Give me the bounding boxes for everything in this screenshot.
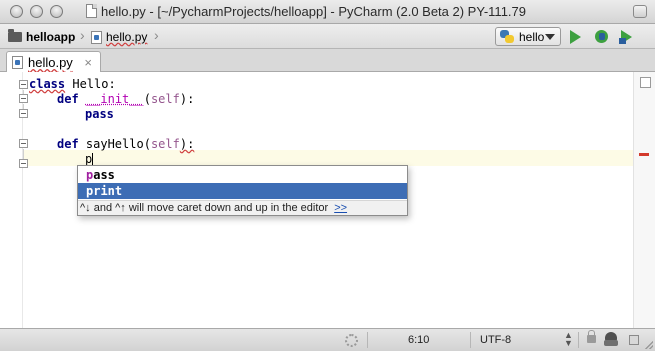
fold-marker-icon[interactable]	[19, 139, 28, 148]
status-divider	[578, 332, 579, 348]
status-bar: 6:10 UTF-8 ▲ ▼	[0, 328, 655, 351]
minimize-window-button[interactable]	[30, 5, 43, 18]
run-with-coverage-icon[interactable]	[619, 29, 635, 45]
code-text: ):	[179, 92, 195, 106]
fold-marker-icon[interactable]	[19, 94, 28, 103]
status-divider	[367, 332, 368, 348]
python-file-icon	[91, 30, 102, 44]
self-param: self	[150, 137, 180, 151]
completion-popup: pass print ^↓ and ^↑ will move caret dow…	[77, 165, 408, 216]
keyword: pass	[85, 107, 114, 121]
window-title: hello.py - [~/PycharmProjects/helloapp] …	[101, 4, 526, 19]
breadcrumb-file[interactable]: hello.py	[91, 29, 147, 45]
resize-grip-icon[interactable]	[645, 341, 653, 349]
status-divider	[470, 332, 471, 348]
inspection-status-icon[interactable]	[640, 77, 651, 88]
lock-icon[interactable]	[587, 330, 596, 343]
code-line-3: pass	[85, 106, 114, 122]
code-line-2: def __init__(self):	[57, 91, 194, 107]
code-text: ):	[179, 137, 195, 151]
fold-guide	[23, 149, 24, 159]
keyword: def	[57, 92, 79, 106]
keyword: def	[57, 137, 79, 151]
fold-end-marker-icon[interactable]	[19, 159, 28, 168]
folder-icon	[8, 29, 22, 42]
python-logo-icon	[500, 30, 514, 43]
self-param: self	[150, 92, 180, 106]
error-stripe[interactable]	[634, 72, 655, 328]
chevron-down-icon	[545, 34, 555, 40]
tab-hello-py[interactable]: hello.py ×	[6, 51, 101, 73]
navigation-bar: helloapp › hello.py › hello	[0, 24, 655, 49]
title-bar: hello.py - [~/PycharmProjects/helloapp] …	[0, 0, 655, 24]
run-configuration-select[interactable]: hello	[495, 27, 561, 46]
keyword: class	[29, 77, 66, 91]
tab-label: hello.py	[28, 55, 73, 70]
event-log-icon[interactable]	[629, 335, 639, 345]
breadcrumb-file-label: hello.py	[106, 30, 148, 44]
editor-tab-bar: hello.py ×	[0, 49, 655, 73]
completion-item-pass[interactable]: pass	[78, 167, 407, 183]
run-configuration-label: hello	[519, 29, 545, 44]
breadcrumb-project-label: helloapp	[26, 30, 76, 44]
completion-hint: ^↓ and ^↑ will move caret down and up in…	[78, 200, 407, 215]
fold-end-marker-icon[interactable]	[19, 109, 28, 118]
breadcrumb-separator-icon: ›	[154, 27, 159, 43]
document-proxy-icon[interactable]	[86, 4, 97, 18]
file-encoding[interactable]: UTF-8	[480, 334, 511, 346]
completion-item-print[interactable]: print	[78, 183, 407, 199]
caret-position[interactable]: 6:10	[408, 334, 429, 346]
breadcrumb-project[interactable]: helloapp	[8, 29, 75, 45]
background-tasks-icon[interactable]	[345, 334, 358, 347]
completion-hint-link[interactable]: >>	[334, 202, 347, 214]
completion-rest-text: ass	[93, 168, 115, 182]
zoom-window-button[interactable]	[50, 5, 63, 18]
close-tab-icon[interactable]: ×	[84, 55, 92, 70]
inspector-hector-icon[interactable]	[604, 332, 618, 347]
code-line-5: def sayHello(self):	[57, 136, 194, 152]
fold-marker-icon[interactable]	[19, 80, 28, 89]
debug-icon[interactable]	[594, 29, 610, 45]
code-line-1: class Hello:	[29, 76, 116, 92]
error-marker[interactable]	[639, 153, 649, 156]
run-icon[interactable]	[570, 30, 581, 44]
close-window-button[interactable]	[10, 5, 23, 18]
typed-text: p	[85, 152, 93, 166]
caret-row-highlight	[0, 150, 633, 166]
function-name: sayHello(	[78, 137, 151, 151]
python-file-icon	[12, 56, 23, 69]
function-name: __init__	[85, 92, 144, 106]
encoding-select-arrows-icon[interactable]: ▲ ▼	[564, 331, 573, 348]
code-text: Hello:	[65, 77, 116, 91]
toolbar-toggle-button[interactable]	[633, 5, 647, 18]
completion-hint-text: ^↓ and ^↑ will move caret down and up in…	[80, 202, 329, 214]
code-text: (	[143, 92, 151, 106]
breadcrumb-separator-icon: ›	[80, 27, 85, 43]
